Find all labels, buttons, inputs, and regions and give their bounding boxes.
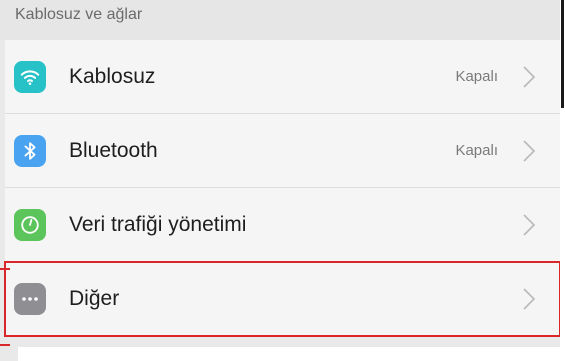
bottom-strip (18, 347, 560, 361)
highlight-marker (0, 268, 10, 270)
settings-item-wifi[interactable]: Kablosuz Kapalı (5, 40, 560, 114)
settings-item-label: Diğer (69, 286, 120, 310)
section-header: Kablosuz ve ağlar (0, 0, 560, 40)
settings-item-data-usage[interactable]: Veri trafiği yönetimi (5, 188, 560, 262)
highlight-marker (0, 344, 10, 346)
wifi-icon (14, 60, 46, 93)
chevron-right-icon (523, 287, 536, 310)
data-usage-icon (14, 208, 46, 241)
chevron-right-icon (523, 139, 536, 162)
settings-item-value: Kapalı (455, 142, 498, 159)
settings-page: Kablosuz ve ağlar Kablosuz Kapalı Blueto… (0, 0, 565, 361)
settings-item-more[interactable]: Diğer (4, 261, 561, 337)
settings-item-label: Bluetooth (69, 138, 158, 162)
chevron-right-icon (523, 213, 536, 236)
more-icon (14, 282, 46, 315)
scrollbar[interactable] (561, 0, 564, 108)
settings-list: Kablosuz Kapalı Bluetooth Kapalı Veri tr… (4, 40, 561, 337)
settings-item-value: Kapalı (455, 68, 498, 85)
bluetooth-icon (14, 134, 46, 167)
settings-item-bluetooth[interactable]: Bluetooth Kapalı (5, 114, 560, 188)
settings-item-label: Veri trafiği yönetimi (69, 212, 247, 236)
chevron-right-icon (523, 65, 536, 88)
section-title: Kablosuz ve ağlar (15, 6, 143, 23)
settings-item-label: Kablosuz (69, 64, 156, 88)
